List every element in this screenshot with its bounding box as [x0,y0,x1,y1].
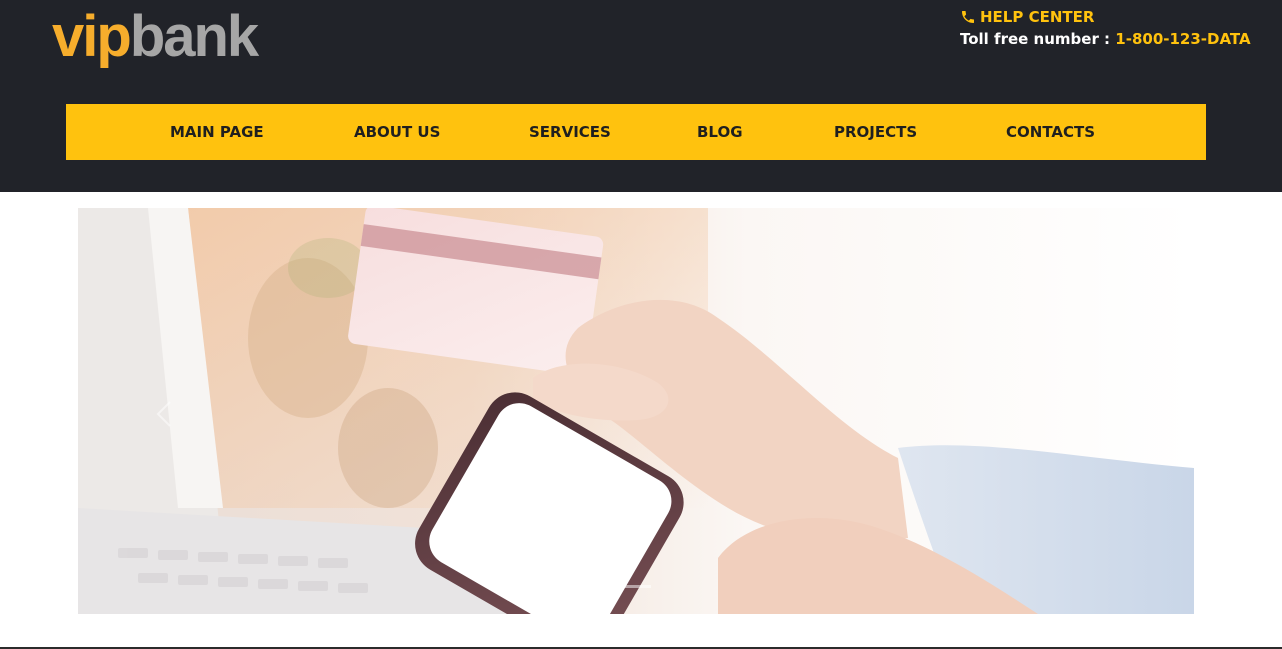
nav-contacts[interactable]: CONTACTS [1006,104,1095,160]
nav-services[interactable]: SERVICES [529,104,611,160]
slider-indicator-2 [621,585,651,588]
help-center-link[interactable]: HELP CENTER [960,6,1251,28]
site-header: vipbank HELP CENTER Toll free number : 1… [0,0,1282,192]
site-logo[interactable]: vipbank [52,2,259,72]
hero-image [78,208,1194,614]
phone-icon [962,11,974,23]
logo-vip-text: vip [52,4,132,69]
nav-projects[interactable]: PROJECTS [834,104,917,160]
slider-indicator-1 [586,585,616,588]
main-nav: MAIN PAGE ABOUT US SERVICES BLOG PROJECT… [66,104,1206,160]
nav-blog[interactable]: BLOG [697,104,743,160]
toll-free-number[interactable]: 1-800-123-DATA [1115,30,1250,48]
toll-free-row: Toll free number : 1-800-123-DATA [960,30,1251,52]
logo-bank-text: bank [129,4,259,69]
help-center-title: HELP CENTER [980,8,1095,26]
help-center: HELP CENTER Toll free number : 1-800-123… [960,6,1251,52]
nav-about-us[interactable]: ABOUT US [354,104,440,160]
toll-free-label: Toll free number : [960,30,1116,48]
nav-main-page[interactable]: MAIN PAGE [170,104,264,160]
hero-slider[interactable] [78,208,1194,614]
